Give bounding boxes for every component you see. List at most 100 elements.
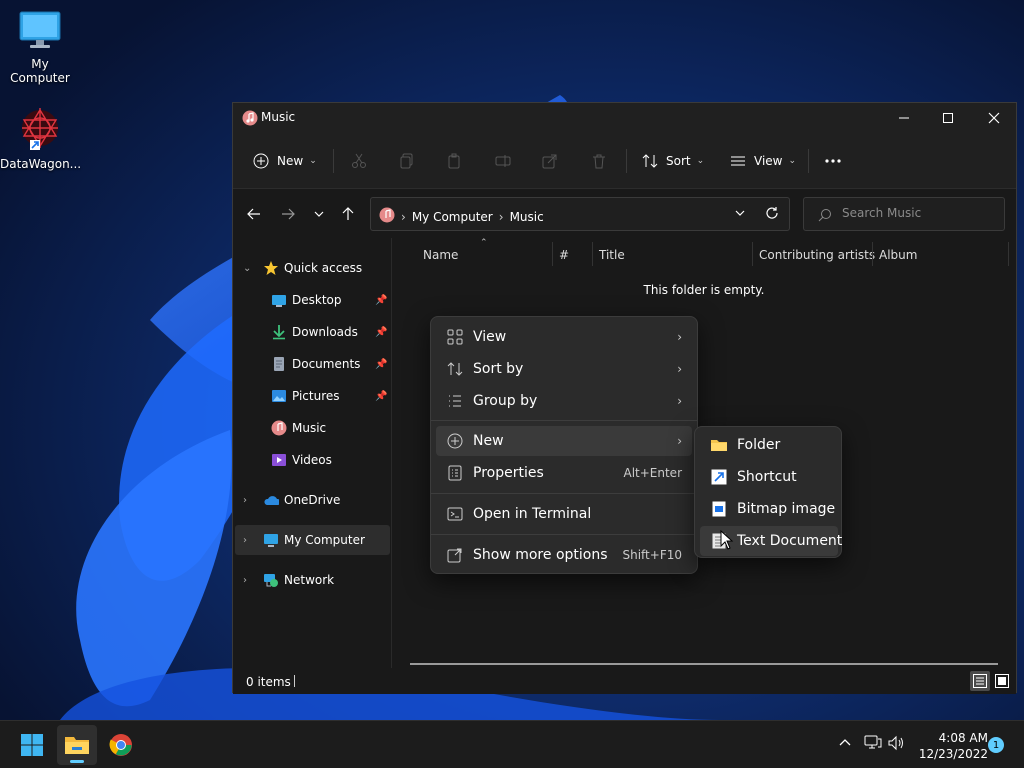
- copy-button[interactable]: [397, 148, 417, 174]
- menu-item-label: Sort by: [473, 361, 524, 377]
- chevron-right-icon: ›: [677, 394, 682, 408]
- pin-icon[interactable]: 📌: [375, 327, 387, 338]
- more-button[interactable]: [823, 148, 843, 174]
- pin-icon[interactable]: 📌: [375, 359, 387, 370]
- recent-locations-button[interactable]: [309, 204, 329, 224]
- menu-item-label: Folder: [737, 437, 781, 453]
- menu-item-view[interactable]: View ›: [436, 322, 692, 352]
- forward-button[interactable]: [278, 204, 298, 224]
- pin-icon[interactable]: 📌: [375, 391, 387, 402]
- menu-item-properties[interactable]: Properties Alt+Enter: [436, 458, 692, 488]
- maximize-button[interactable]: [925, 103, 971, 133]
- menu-item-sort-by[interactable]: Sort by ›: [436, 354, 692, 384]
- menu-item-new[interactable]: New ›: [436, 426, 692, 456]
- address-bar[interactable]: › My Computer › Music: [370, 197, 790, 231]
- column-divider[interactable]: [592, 242, 593, 266]
- breadcrumb-music[interactable]: Music: [510, 210, 544, 224]
- view-button[interactable]: View ⌄: [728, 148, 796, 174]
- menu-item-label: Text Document: [737, 533, 843, 549]
- submenu-item-bitmap-image[interactable]: Bitmap image: [700, 494, 838, 524]
- sidebar-item-downloads[interactable]: Downloads 📌: [235, 317, 390, 347]
- details-view-icon: [973, 674, 987, 688]
- cut-button[interactable]: [349, 148, 369, 174]
- address-dropdown-icon[interactable]: [734, 207, 746, 222]
- maximize-icon: [943, 113, 953, 123]
- column-header-name[interactable]: Name: [423, 248, 458, 262]
- network-status-button[interactable]: [864, 735, 882, 754]
- sidebar-item-label: Videos: [292, 453, 332, 467]
- sidebar-item-pictures[interactable]: Pictures 📌: [235, 381, 390, 411]
- properties-icon: [446, 464, 464, 482]
- rename-button[interactable]: [493, 148, 513, 174]
- submenu-item-folder[interactable]: Folder: [700, 430, 838, 460]
- chrome-icon: [109, 734, 132, 756]
- sidebar-item-label: Music: [292, 421, 327, 435]
- menu-item-label: Shortcut: [737, 469, 797, 485]
- submenu-item-shortcut[interactable]: Shortcut: [700, 462, 838, 492]
- sidebar-item-label: Downloads: [292, 325, 358, 339]
- back-button[interactable]: [244, 204, 264, 224]
- column-header-title[interactable]: Title: [599, 248, 625, 262]
- column-header-number[interactable]: #: [559, 248, 569, 262]
- more-icon: [823, 151, 843, 171]
- sidebar-item-documents[interactable]: Documents 📌: [235, 349, 390, 379]
- arrow-right-icon: [282, 208, 295, 220]
- arrow-up-icon: [342, 207, 354, 220]
- sidebar-item-quick-access[interactable]: ⌄ Quick access: [235, 253, 390, 283]
- clock[interactable]: 4:08 AM 12/23/2022: [908, 730, 988, 762]
- paste-button[interactable]: [444, 148, 464, 174]
- grid-icon: [446, 328, 464, 346]
- menu-item-group-by[interactable]: Group by ›: [436, 386, 692, 416]
- menu-item-label: Group by: [473, 393, 538, 409]
- search-box: [803, 197, 1005, 231]
- show-hidden-icons-button[interactable]: [838, 735, 852, 752]
- column-header-contributing-artists[interactable]: Contributing artists: [759, 248, 875, 262]
- menu-item-label: Bitmap image: [737, 501, 836, 517]
- details-view-toggle[interactable]: [970, 671, 990, 691]
- close-button[interactable]: [971, 103, 1017, 133]
- search-input[interactable]: [842, 206, 992, 220]
- column-divider[interactable]: [1008, 242, 1009, 266]
- breadcrumb-my-computer[interactable]: My Computer: [412, 210, 493, 224]
- start-button[interactable]: [12, 725, 52, 765]
- star-icon: [263, 260, 279, 276]
- sort-button[interactable]: Sort ⌄: [640, 148, 704, 174]
- minimize-button[interactable]: [881, 103, 927, 133]
- delete-icon: [589, 151, 609, 171]
- title-bar[interactable]: Music: [233, 103, 1016, 133]
- up-button[interactable]: [338, 204, 358, 224]
- sidebar-item-videos[interactable]: Videos: [235, 445, 390, 475]
- column-divider[interactable]: [552, 242, 553, 266]
- sidebar-item-network[interactable]: › Network: [235, 565, 390, 595]
- chrome-taskbar-button[interactable]: [101, 725, 141, 765]
- sidebar-item-music[interactable]: Music: [235, 413, 390, 443]
- pin-icon[interactable]: 📌: [375, 295, 387, 306]
- delete-button[interactable]: [589, 148, 609, 174]
- sidebar-item-label: OneDrive: [284, 493, 341, 507]
- desktop-icon-label: DataWagon...: [0, 157, 82, 171]
- menu-item-open-in-terminal[interactable]: Open in Terminal: [436, 499, 692, 529]
- desktop-icon-my-computer[interactable]: My Computer: [0, 10, 80, 85]
- menu-item-label: Properties: [473, 465, 544, 481]
- file-explorer-taskbar-button[interactable]: [57, 725, 97, 765]
- column-header-album[interactable]: Album: [879, 248, 917, 262]
- share-button[interactable]: [540, 148, 560, 174]
- notification-badge[interactable]: 1: [988, 737, 1004, 753]
- sidebar-item-my-computer[interactable]: › My Computer: [235, 525, 390, 555]
- music-icon: [242, 110, 258, 129]
- volume-button[interactable]: [888, 735, 906, 754]
- menu-item-show-more-options[interactable]: Show more options Shift+F10: [436, 540, 692, 570]
- sidebar-item-desktop[interactable]: Desktop 📌: [235, 285, 390, 315]
- sidebar-item-onedrive[interactable]: › OneDrive: [235, 485, 390, 515]
- tiles-view-toggle[interactable]: [992, 671, 1012, 691]
- sort-ascending-icon: ⌃: [480, 238, 488, 248]
- clock-date: 12/23/2022: [918, 747, 988, 761]
- refresh-icon[interactable]: [765, 206, 779, 223]
- context-menu: View › Sort by › Group by › New › Proper…: [430, 316, 698, 574]
- column-divider[interactable]: [752, 242, 753, 266]
- column-divider[interactable]: [872, 242, 873, 266]
- item-count: 0 items: [246, 675, 291, 689]
- horizontal-scrollbar[interactable]: [410, 663, 998, 665]
- new-button[interactable]: New ⌄: [251, 148, 317, 174]
- desktop-icon-datawagon[interactable]: DataWagon...: [0, 106, 82, 171]
